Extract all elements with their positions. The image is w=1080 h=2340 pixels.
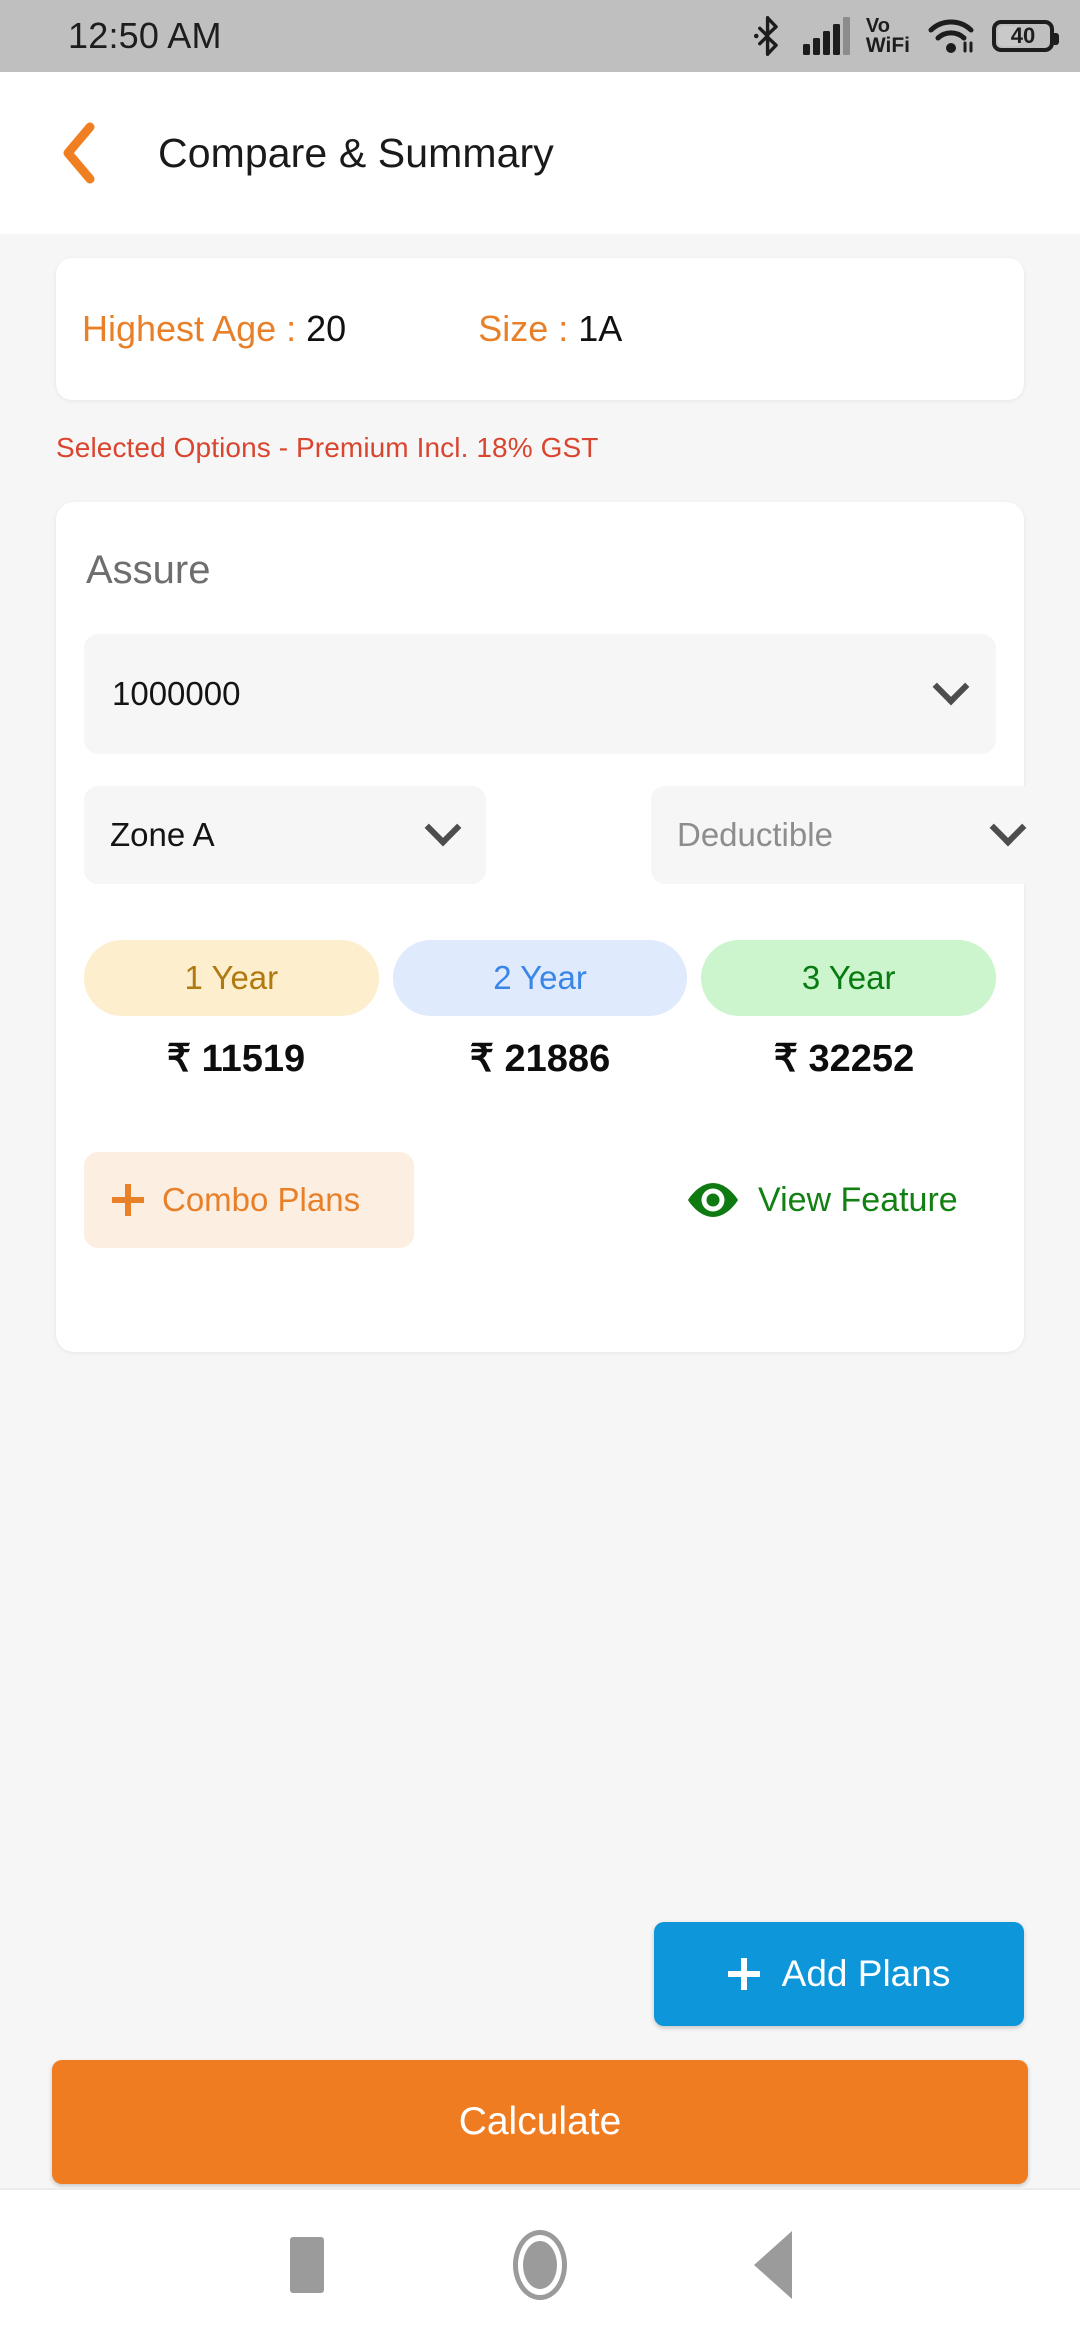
add-plans-button[interactable]: Add Plans	[654, 1922, 1024, 2026]
plus-icon	[727, 1958, 760, 1990]
vowifi-line1: Vo	[865, 14, 890, 37]
highest-age-value: 20	[306, 308, 347, 349]
tenure-chip-row: 1 Year 2 Year 3 Year	[84, 940, 997, 1016]
vowifi-line2: WiFi	[865, 33, 910, 57]
plus-icon	[112, 1184, 144, 1216]
sum-insured-select[interactable]: 1000000	[84, 634, 996, 754]
chevron-down-icon	[989, 809, 1027, 847]
status-icons: Vo WiFi 40	[752, 14, 1059, 57]
triangle-back-icon	[754, 2231, 793, 2299]
deductible-select[interactable]: Deductible	[651, 786, 1051, 884]
calculate-button[interactable]: Calculate	[52, 2060, 1028, 2184]
deductible-placeholder: Deductible	[677, 816, 833, 853]
add-plans-label: Add Plans	[781, 1953, 951, 1994]
back-button[interactable]	[20, 93, 140, 213]
plan-card: Assure 1000000 Zone A Deductible 1 Year …	[56, 502, 1051, 1352]
tenure-chip-1-year[interactable]: 1 Year	[84, 940, 379, 1016]
app-header: Compare & Summary	[0, 72, 1080, 234]
family-size-label: Size :	[478, 308, 579, 349]
premium-price-3-year: ₹ 32252	[773, 1038, 915, 1080]
circle-home-icon	[512, 2230, 567, 2300]
zone-value: Zone A	[110, 816, 215, 853]
premium-price-2-year: ₹ 21886	[469, 1038, 611, 1080]
combo-plans-button[interactable]: Combo Plans	[84, 1152, 414, 1248]
cellular-signal-icon	[802, 17, 850, 55]
premium-price-1-year: ₹ 11519	[166, 1038, 306, 1080]
nav-recents-button[interactable]	[252, 2210, 362, 2320]
nav-back-button[interactable]	[718, 2210, 828, 2320]
view-feature-button[interactable]: View Feature	[686, 1152, 958, 1248]
tenure-chip-3-year[interactable]: 3 Year	[701, 940, 997, 1016]
tenure-chip-2-year[interactable]: 2 Year	[392, 940, 688, 1016]
view-feature-label: View Feature	[758, 1180, 958, 1219]
family-size-field: Size : 1A	[478, 308, 622, 350]
wifi-icon	[928, 19, 974, 53]
eye-icon	[688, 1183, 738, 1217]
calculate-label: Calculate	[458, 2100, 622, 2143]
battery-level: 40	[1010, 23, 1036, 48]
highest-age-label: Highest Age :	[82, 308, 307, 349]
vowifi-indicator: Vo WiFi	[865, 14, 910, 57]
premium-price-row: ₹ 11519 ₹ 21886 ₹ 32252	[84, 1036, 996, 1081]
plan-name: Assure	[86, 548, 211, 592]
android-nav-bar	[0, 2188, 1080, 2340]
battery-icon: 40	[992, 20, 1059, 52]
nav-home-button[interactable]	[485, 2210, 595, 2320]
chevron-down-icon	[424, 809, 462, 847]
status-bar: 12:50 AM Vo WiFi 40	[0, 0, 1080, 72]
phone-screen: 12:50 AM Vo WiFi 40 Compare & Summary Hi…	[0, 0, 1080, 2340]
bluetooth-icon	[753, 16, 778, 56]
square-recents-icon	[289, 2237, 324, 2293]
chevron-down-icon	[932, 668, 970, 706]
chevron-left-icon	[63, 122, 95, 184]
status-time: 12:50 AM	[68, 15, 222, 56]
summary-info-card: Highest Age : 20 Size : 1A	[56, 258, 1024, 400]
zone-select[interactable]: Zone A	[84, 786, 486, 884]
combo-plans-label: Combo Plans	[162, 1181, 361, 1218]
sum-insured-value: 1000000	[112, 675, 241, 712]
page-title: Compare & Summary	[158, 129, 554, 176]
gst-note: Selected Options - Premium Incl. 18% GST	[56, 432, 599, 463]
family-size-value: 1A	[578, 308, 623, 349]
highest-age-field: Highest Age : 20	[82, 308, 346, 350]
